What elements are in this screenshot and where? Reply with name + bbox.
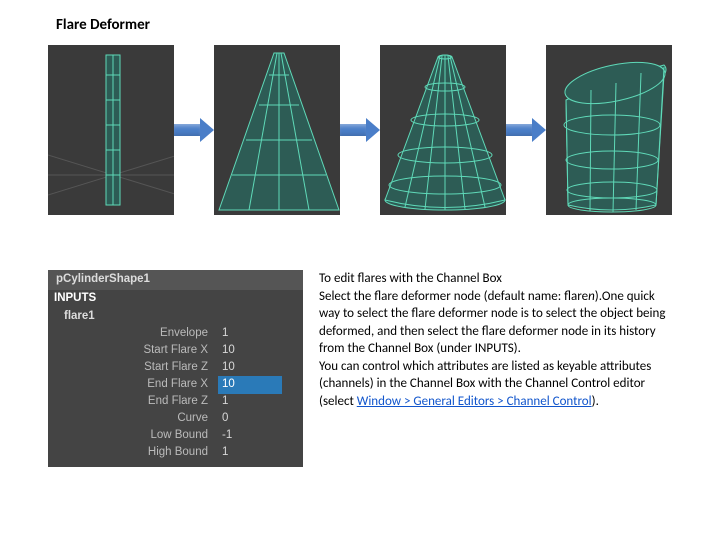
attr-row[interactable]: High Bound1 (48, 444, 303, 461)
attr-row[interactable]: End Flare Z1 (48, 393, 303, 410)
attr-label: Start Flare Z (68, 359, 218, 377)
attr-value[interactable]: 10 (218, 359, 282, 377)
attr-label: End Flare Z (68, 393, 218, 411)
doc-line: Select the flare deformer node (default … (319, 289, 588, 304)
page-title: Flare Deformer (56, 16, 150, 34)
arrow-icon (340, 118, 380, 142)
arrow-icon (506, 118, 546, 142)
doc-ital: n (588, 289, 595, 304)
instruction-text: To edit flares with the Channel Box Sele… (319, 270, 672, 467)
viewport-3-cone (380, 45, 506, 215)
viewport-2-flare-x (214, 45, 340, 215)
attr-label: Curve (68, 410, 218, 428)
arrow-icon (174, 118, 214, 142)
channel-box-panel: pCylinderShape1 INPUTS flare1 Envelope1S… (48, 270, 303, 467)
attr-value[interactable]: 10 (218, 376, 282, 394)
attr-label: Envelope (68, 325, 218, 343)
doc-line: ). (592, 394, 599, 409)
attr-label: Low Bound (68, 427, 218, 445)
inputs-heading: INPUTS (48, 290, 303, 308)
attr-label: Start Flare X (68, 342, 218, 360)
attr-value[interactable]: -1 (218, 427, 282, 445)
attr-value[interactable]: 0 (218, 410, 282, 428)
attr-row[interactable]: Low Bound-1 (48, 427, 303, 444)
menu-path-link[interactable]: Window > General Editors > Channel Contr… (357, 394, 592, 409)
deformer-node-row[interactable]: flare1 (48, 308, 303, 326)
attr-value[interactable]: 1 (218, 325, 282, 343)
attr-label: High Bound (68, 444, 218, 462)
attr-row[interactable]: Start Flare X10 (48, 342, 303, 359)
attr-row[interactable]: End Flare X10 (48, 376, 303, 393)
doc-line: To edit flares with the Channel Box (319, 271, 502, 286)
deformer-steps-gallery (48, 45, 672, 215)
viewport-1-cylinder (48, 45, 174, 215)
attr-row[interactable]: Envelope1 (48, 325, 303, 342)
attr-row[interactable]: Start Flare Z10 (48, 359, 303, 376)
attr-label: End Flare X (68, 376, 218, 394)
attr-value[interactable]: 1 (218, 393, 282, 411)
attr-value[interactable]: 1 (218, 444, 282, 462)
attr-row[interactable]: Curve0 (48, 410, 303, 427)
attr-value[interactable]: 10 (218, 342, 282, 360)
viewport-4-sheared (546, 45, 672, 215)
shape-node-row[interactable]: pCylinderShape1 (48, 270, 303, 290)
